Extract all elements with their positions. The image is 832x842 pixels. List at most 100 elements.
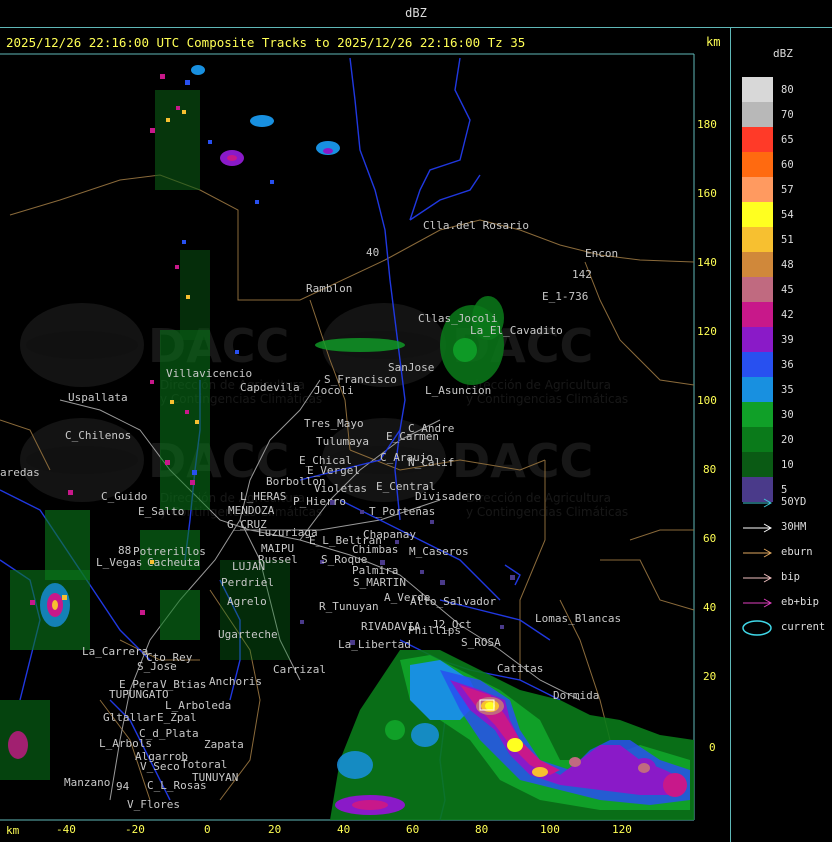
place-label: C_Chilenos [65, 429, 131, 442]
place-label: M_Caseros [409, 545, 469, 558]
x-tick-label: 100 [540, 823, 560, 836]
place-label: Agrelo [227, 595, 267, 608]
color-scale-swatch [742, 102, 773, 127]
color-scale-swatch [742, 352, 773, 377]
y-tick-label: 120 [697, 325, 717, 338]
track-arrow-icon [743, 573, 773, 583]
place-label: Totoral [181, 758, 227, 771]
place-label: S_MARTIN [353, 576, 406, 589]
track-arrow-icon [743, 548, 773, 558]
color-scale-label: 42 [781, 309, 794, 321]
place-label: La_El_Cavadito [470, 324, 563, 337]
place-label: Catitas [497, 662, 543, 675]
y-axis-unit: km [706, 35, 721, 49]
y-tick-label: 140 [697, 256, 717, 269]
color-scale-label: 54 [781, 209, 794, 221]
place-label: MENDOZA [228, 504, 275, 517]
place-label: Anchoris [209, 675, 262, 688]
color-scale-label: 20 [781, 434, 794, 446]
place-label: aredas [0, 466, 40, 479]
color-scale-swatch [742, 402, 773, 427]
place-label: Alto_Salvador [410, 595, 496, 608]
color-scale-swatch [742, 302, 773, 327]
place-label: Ramblon [306, 282, 352, 295]
place-label: Ugarteche [218, 628, 278, 641]
x-tick-label: 80 [475, 823, 488, 836]
place-label: N_Calif [408, 456, 454, 469]
x-tick-label: 40 [337, 823, 350, 836]
color-scale-swatch [742, 227, 773, 252]
radar-map: DACC Dirección de Agricultura y Continge… [0, 53, 717, 837]
place-label: V_Seco [140, 760, 180, 773]
y-tick-label: 20 [703, 670, 716, 683]
color-scale-swatch [742, 177, 773, 202]
color-scale-swatch [742, 452, 773, 477]
color-scale-label: 36 [781, 359, 794, 371]
y-tick-label: 80 [703, 463, 716, 476]
place-label: R_Tunuyan [319, 600, 379, 613]
place-label: Villavicencio [166, 367, 252, 380]
color-scale-swatch [742, 77, 773, 102]
track-legend-label: eburn [781, 546, 813, 558]
place-label: E_Salto [138, 505, 184, 518]
product-subtitle: 2025/12/26 22:16:00 UTC Composite Tracks… [6, 35, 526, 50]
place-label: Tres_Mayo [304, 417, 364, 430]
x-tick-label: -20 [125, 823, 145, 836]
place-label: 142 [572, 268, 592, 281]
x-tick-label: -40 [56, 823, 76, 836]
y-tick-label: 0 [709, 741, 716, 754]
track-legend-label: 30HM [781, 521, 807, 533]
place-label: T_Porteñas [369, 505, 435, 518]
track-legend-label: bip [781, 571, 800, 583]
y-tick-label: 40 [703, 601, 716, 614]
place-label: L_Arbols [99, 737, 152, 750]
place-label: C_Guido [101, 490, 147, 503]
x-tick-label: 120 [612, 823, 632, 836]
place-label: S_Jose [137, 660, 177, 673]
color-scale-label: 45 [781, 284, 794, 296]
color-scale-swatch [742, 477, 773, 502]
x-tick-label: 0 [204, 823, 211, 836]
y-tick-label: 180 [697, 118, 717, 131]
color-scale-swatch [742, 327, 773, 352]
place-label: La_Carrera [82, 645, 148, 658]
place-label: L_HERAS [240, 490, 286, 503]
place-label: Cacheuta [147, 556, 200, 569]
y-tick-label: 100 [697, 394, 717, 407]
track-legend-label: current [781, 621, 826, 633]
place-label: Dormida [553, 689, 599, 702]
color-scale-label: 65 [781, 134, 794, 146]
track-legend-label: 50YD [781, 496, 807, 508]
y-tick-label: 160 [697, 187, 717, 200]
color-scale-label: 48 [781, 259, 794, 271]
color-scale-label: 35 [781, 384, 794, 396]
color-scale-swatch [742, 427, 773, 452]
color-scale-label: 39 [781, 334, 794, 346]
place-label: La_Libertad [338, 638, 411, 651]
place-label: Gltallar [103, 711, 156, 724]
place-label: L_Vegas [96, 556, 142, 569]
color-scale-label: 60 [781, 159, 794, 171]
place-label: E_Zpal [157, 711, 197, 724]
place-label: Tulumaya [316, 435, 369, 448]
color-scale-swatch [742, 377, 773, 402]
place-label: 88 [118, 544, 131, 557]
window-title: dBZ [405, 6, 427, 20]
x-axis-unit: km [6, 824, 20, 837]
place-label: Violetas [314, 482, 367, 495]
track-legend-label: eb+bip [781, 596, 819, 608]
place-label: V_Flores [127, 798, 180, 811]
color-scale-label: 70 [781, 109, 794, 121]
x-tick-label: 60 [406, 823, 419, 836]
x-tick-label: 20 [268, 823, 281, 836]
place-label: LUJAN [232, 560, 265, 573]
place-label: Phillips [408, 624, 461, 637]
place-label: P_Hierro [293, 495, 346, 508]
place-label: Lomas_Blancas [535, 612, 621, 625]
place-label: Capdevila [240, 381, 300, 394]
y-tick-label: 60 [703, 532, 716, 545]
place-label: Uspallata [68, 391, 128, 404]
watermark-line2: y Contingencias Climáticas [466, 505, 628, 519]
color-scale-swatch [742, 252, 773, 277]
place-label: Zapata [204, 738, 244, 751]
